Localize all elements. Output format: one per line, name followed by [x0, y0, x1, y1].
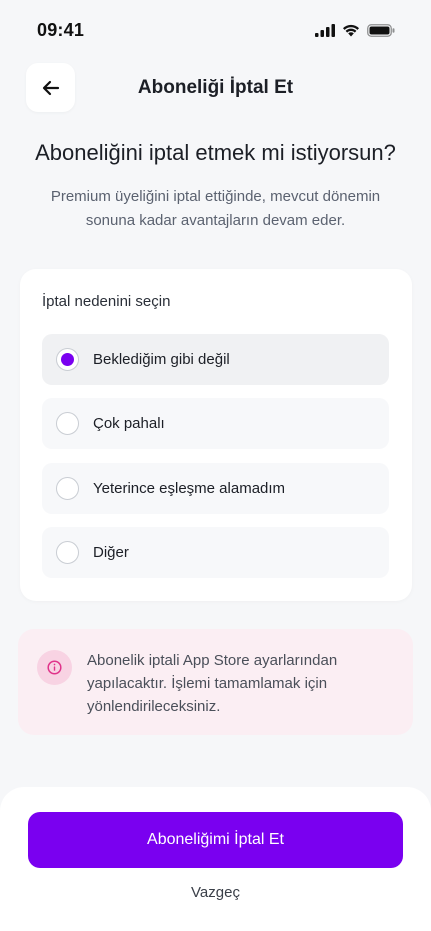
dismiss-button[interactable]: Vazgeç: [0, 884, 431, 901]
reason-label: İptal nedenini seçin: [42, 293, 171, 310]
headline: Aboneliğini iptal etmek mi istiyorsun?: [35, 140, 396, 165]
header: Aboneliği İptal Et: [0, 62, 431, 114]
wifi-icon: [343, 24, 359, 36]
bottom-action-sheet: Aboneliğimi İptal Et Vazgeç: [0, 787, 431, 931]
status-icons: [315, 23, 395, 37]
reason-option-too-expensive[interactable]: Çok pahalı: [42, 398, 389, 449]
reason-card: İptal nedenini seçin Beklediğim gibi değ…: [20, 269, 412, 601]
info-icon-badge: [37, 650, 72, 685]
reason-option-not-as-expected[interactable]: Beklediğim gibi değil: [42, 334, 389, 385]
cancel-subscription-screen: 09:41 Aboneliği İptal Et Aboneliğini ipt…: [0, 0, 431, 931]
reason-option-label: Diğer: [93, 544, 129, 561]
info-circle-icon: [47, 660, 62, 675]
cancel-subscription-button[interactable]: Aboneliğimi İptal Et: [28, 812, 403, 868]
info-box: Abonelik iptali App Store ayarlarından y…: [18, 629, 413, 735]
reason-option-label: Çok pahalı: [93, 415, 165, 432]
radio-button-selected[interactable]: [56, 348, 79, 371]
arrow-left-icon: [42, 80, 59, 95]
reason-option-label: Yeterince eşleşme alamadım: [93, 480, 286, 497]
radio-button[interactable]: [56, 412, 79, 435]
status-bar: 09:41: [0, 0, 431, 60]
radio-button[interactable]: [56, 477, 79, 500]
description: Premium üyeliğini iptal ettiğinde, mevcu…: [50, 188, 381, 229]
reason-option-label: Beklediğim gibi değil: [93, 351, 230, 368]
status-time: 09:41: [37, 19, 85, 40]
page-title: Aboneliği İptal Et: [137, 77, 294, 98]
cellular-signal-icon: [315, 23, 335, 37]
info-text: Abonelik iptali App Store ayarlarından y…: [87, 652, 338, 715]
radio-button[interactable]: [56, 541, 79, 564]
radio-dot: [61, 353, 74, 366]
battery-icon: [367, 23, 395, 37]
reason-option-not-enough-matches[interactable]: Yeterince eşleşme alamadım: [42, 463, 389, 514]
reason-option-other[interactable]: Diğer: [42, 527, 389, 578]
back-button[interactable]: [26, 63, 75, 112]
